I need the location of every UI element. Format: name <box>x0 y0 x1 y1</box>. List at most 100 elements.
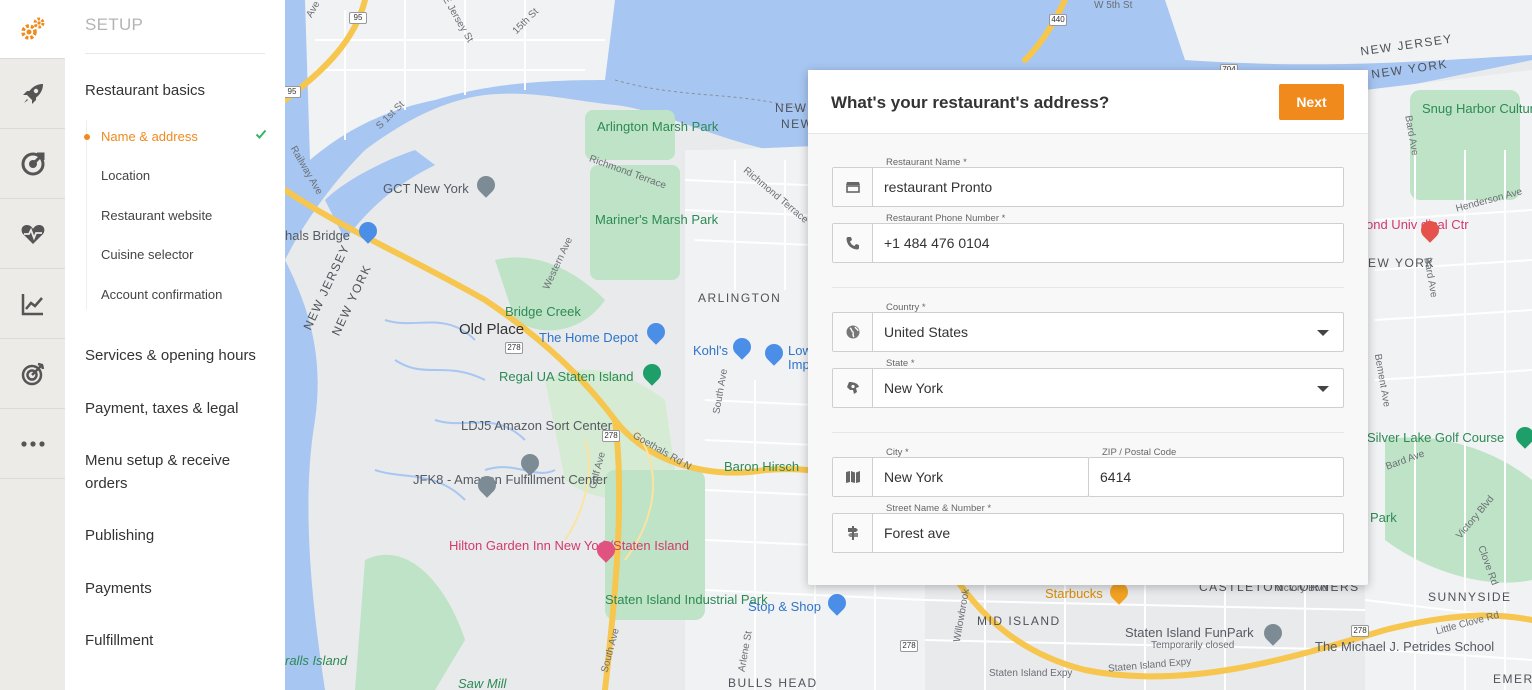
map-label-emers: EMERS <box>1493 672 1532 686</box>
field-icon-box <box>833 313 873 351</box>
street-label: W 5th St <box>1094 0 1133 11</box>
map-label-arlington: ARLINGTON <box>698 291 782 305</box>
signpost-icon <box>847 526 858 540</box>
dialog-header: What's your restaurant's address? Next <box>808 70 1368 134</box>
menu-section-services[interactable]: Services & opening hours <box>85 344 265 367</box>
map-label-new-c1: NEW <box>775 101 808 115</box>
menu-section-publishing[interactable]: Publishing <box>85 524 265 547</box>
country-select[interactable]: Country * United States <box>832 302 1344 352</box>
country-label: Country * <box>886 302 926 313</box>
street-label: Street Name & Number * <box>886 503 992 514</box>
city-label: City * <box>886 447 909 458</box>
sub-items-line <box>86 120 87 310</box>
setup-menu: SETUP Restaurant basics Name & address L… <box>65 0 285 690</box>
heart-pulse-icon <box>21 224 44 244</box>
street-label: Staten Island Expy <box>989 668 1073 679</box>
map-label-baron-hirsch: Baron Hirsch <box>724 459 800 474</box>
field-icon-box <box>833 168 873 206</box>
state-label: State * <box>886 358 915 369</box>
map-label-gct: GCT New York <box>383 181 469 196</box>
map-label-petrides: The Michael J. Petrides School <box>1315 639 1495 654</box>
map-label-sunnyside: SUNNYSIDE <box>1428 590 1512 604</box>
map-label-regal: Regal UA Staten Island <box>499 369 634 384</box>
field-icon-box <box>833 514 873 552</box>
route-shield: 278 <box>505 342 523 354</box>
health-nav[interactable] <box>0 199 65 269</box>
launch-nav[interactable] <box>0 59 65 129</box>
bullseye-icon <box>21 362 44 385</box>
map-label-starbucks: Starbucks <box>1045 586 1103 601</box>
globe-icon <box>846 325 859 339</box>
target-arrow-icon <box>21 152 44 175</box>
address-dialog: What's your restaurant's address? Next R… <box>808 70 1368 585</box>
map-label-hilton: Hilton Garden Inn New York/Staten Island <box>449 538 689 553</box>
map-label-kohls: Kohl's <box>693 343 729 358</box>
zip-field[interactable]: ZIP / Postal Code 6414 <box>1088 447 1344 497</box>
more-dots-icon <box>20 440 45 447</box>
map-label-ew-york: EW YORK <box>1368 256 1435 270</box>
section-divider <box>832 287 1344 288</box>
icon-rail <box>0 0 65 690</box>
sub-item-restaurant-website[interactable]: Restaurant website <box>101 208 212 223</box>
route-shield: 278 <box>900 640 918 652</box>
gears-icon <box>20 17 44 40</box>
city-field[interactable]: City * New York <box>832 447 1089 497</box>
state-select[interactable]: State * New York <box>832 358 1344 408</box>
restaurant-name-value: restaurant Pronto <box>884 179 993 195</box>
map-label-imp: Imp <box>788 357 810 372</box>
more-nav[interactable] <box>0 409 65 479</box>
map-label-silver-lake: Silver Lake Golf Course <box>1367 430 1505 445</box>
map-label-park: Park <box>1370 510 1397 525</box>
map-label-saw-mill: Saw Mill <box>458 676 507 690</box>
menu-title: SETUP <box>85 15 144 34</box>
map-label-snug-harbor: Snug Harbor Cultural Center & Botanical … <box>1422 101 1532 116</box>
zip-value: 6414 <box>1100 469 1132 485</box>
zip-label: ZIP / Postal Code <box>1102 447 1177 458</box>
country-value: United States <box>884 324 969 340</box>
restaurant-name-label: Restaurant Name * <box>886 157 967 168</box>
menu-section-fulfillment[interactable]: Fulfillment <box>85 629 265 652</box>
map-label-ldj5: LDJ5 Amazon Sort Center <box>461 418 613 433</box>
sub-item-location[interactable]: Location <box>101 168 150 183</box>
street-field[interactable]: Street Name & Number * Forest ave <box>832 503 1344 553</box>
check-icon <box>255 129 267 139</box>
chevron-down-icon <box>1317 330 1329 336</box>
route-shield: 440 <box>1049 14 1067 26</box>
region-map-icon <box>846 382 859 394</box>
map-label-funpark: Staten Island FunPark <box>1125 625 1254 640</box>
field-icon-box <box>833 458 873 496</box>
map-label-temp-closed: Temporarily closed <box>1151 640 1235 651</box>
rocket-icon <box>22 83 43 104</box>
storefront-icon <box>845 182 860 193</box>
menu-section-restaurant-basics[interactable]: Restaurant basics <box>85 79 265 102</box>
sub-item-cuisine-selector[interactable]: Cuisine selector <box>101 247 194 262</box>
menu-section-menu-setup[interactable]: Menu setup & receive orders <box>85 449 255 495</box>
restaurant-phone-field[interactable]: Restaurant Phone Number * +1 484 476 010… <box>832 213 1344 263</box>
state-value: New York <box>884 380 944 396</box>
menu-section-payment-taxes[interactable]: Payment, taxes & legal <box>85 397 265 420</box>
map-label-old-place: Old Place <box>459 321 525 338</box>
reports-nav[interactable] <box>0 269 65 339</box>
map-label-goethals-bridge: hals Bridge <box>285 228 351 243</box>
next-button[interactable]: Next <box>1279 84 1344 120</box>
street-value: Forest ave <box>884 525 951 541</box>
map-label-home-depot: The Home Depot <box>539 330 638 345</box>
restaurant-name-field[interactable]: Restaurant Name * restaurant Pronto <box>832 157 1344 207</box>
marketing-nav[interactable] <box>0 129 65 199</box>
sub-item-name-address[interactable]: Name & address <box>101 129 198 144</box>
menu-section-payments[interactable]: Payments <box>85 577 265 600</box>
field-icon-box <box>833 369 873 407</box>
city-value: New York <box>884 469 944 485</box>
map-label-mid-island: MID ISLAND <box>977 614 1061 628</box>
goals-nav[interactable] <box>0 339 65 409</box>
folded-map-icon <box>845 471 860 483</box>
route-shield: 278 <box>1351 625 1369 637</box>
phone-icon <box>846 237 859 250</box>
setup-nav[interactable] <box>0 0 65 59</box>
map-label-stop-shop: Stop & Shop <box>748 599 821 614</box>
sub-item-account-confirmation[interactable]: Account confirmation <box>101 287 222 302</box>
menu-divider <box>85 53 265 54</box>
map-label-hospital: ond Univ dical Ctr <box>1366 217 1469 232</box>
chevron-down-icon <box>1317 386 1329 392</box>
map-label-ralls-island: ralls Island <box>285 653 348 668</box>
